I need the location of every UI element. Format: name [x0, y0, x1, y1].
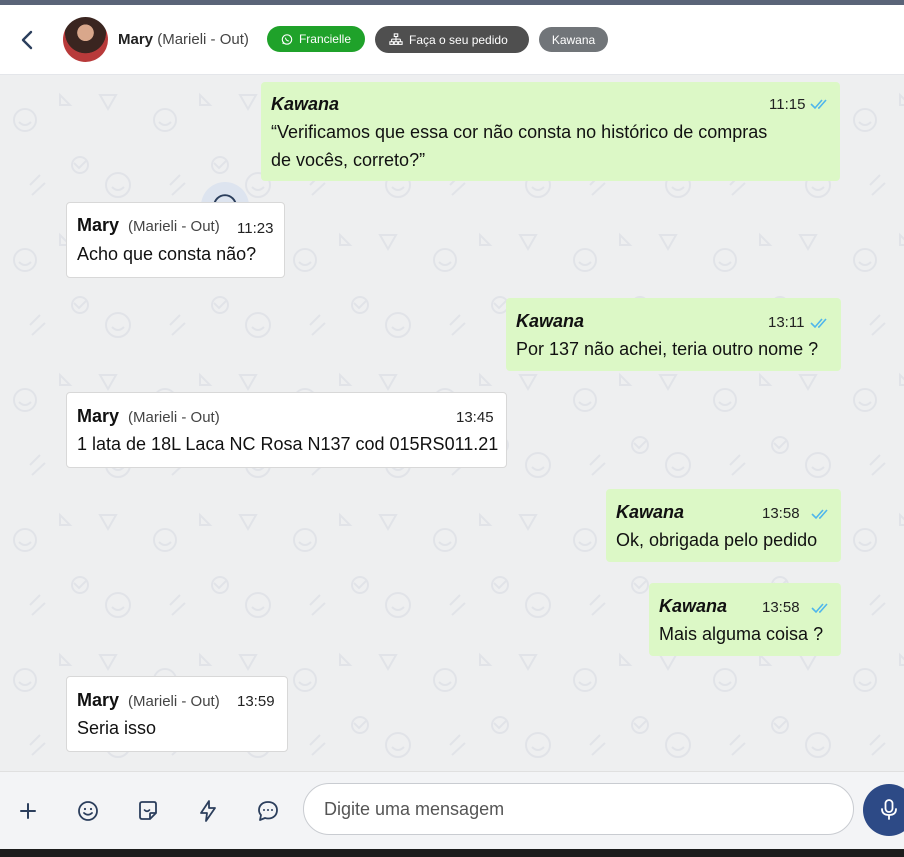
- message-time: 11:15: [769, 96, 806, 113]
- chat-bubble-icon[interactable]: [256, 799, 280, 823]
- message-sender: Kawana: [659, 596, 728, 616]
- plus-icon[interactable]: [16, 799, 40, 823]
- whatsapp-tag-label: Francielle: [298, 32, 351, 46]
- message-sender: Mary (Marieli - Out): [77, 215, 220, 236]
- microphone-icon: [881, 799, 897, 820]
- message-line: Seria isso: [77, 718, 157, 738]
- message-line: Mais alguma coisa ?: [659, 624, 824, 644]
- message-time: 13:11: [768, 314, 805, 331]
- message-incoming[interactable]: Mary (Marieli - Out) 13:59 Seria isso: [66, 676, 288, 752]
- message-time: 13:45: [456, 409, 494, 426]
- message-time: 13:58: [762, 599, 800, 616]
- message-line: Por 137 não achei, teria outro nome ?: [516, 339, 819, 359]
- message-line: Ok, obrigada pelo pedido: [616, 530, 818, 550]
- message-line: 1 lata de 18L Laca NC Rosa N137 cod 015R…: [77, 434, 499, 454]
- emoji-icon[interactable]: [76, 799, 100, 823]
- contact-name-secondary: (Marieli - Out): [157, 31, 249, 48]
- message-sender-sub: (Marieli - Out): [128, 693, 220, 710]
- sitemap-icon: [389, 32, 403, 45]
- message-sender-name: Mary: [77, 690, 120, 710]
- chat-header: Mary (Marieli - Out) Francielle Faça o s…: [0, 5, 904, 75]
- message-outgoing[interactable]: Kawana 13:58 Mais alguma coisa ?: [649, 583, 841, 656]
- contact-name: Mary (Marieli - Out): [118, 31, 249, 48]
- read-ticks-icon: [811, 509, 828, 520]
- message-line: Acho que consta não?: [77, 244, 257, 264]
- message-sender-name: Mary: [77, 215, 120, 235]
- order-tag[interactable]: Faça o seu pedido: [375, 26, 529, 53]
- message-line: de vocês, correto?”: [271, 150, 426, 170]
- message-sender-name: Mary: [77, 406, 120, 426]
- read-ticks-icon: [810, 318, 827, 329]
- lightning-icon[interactable]: [196, 799, 220, 823]
- message-outgoing[interactable]: Kawana 13:58 Ok, obrigada pelo pedido: [606, 489, 841, 562]
- message-incoming[interactable]: Mary (Marieli - Out) 13:45 1 lata de 18L…: [66, 392, 507, 468]
- message-time: 13:58: [762, 505, 800, 522]
- message-outgoing[interactable]: Kawana 13:11 Por 137 não achei, teria ou…: [506, 298, 841, 371]
- message-sender-sub: (Marieli - Out): [128, 409, 220, 426]
- message-sender: Kawana: [271, 94, 340, 114]
- avatar[interactable]: [63, 17, 108, 62]
- chat-area[interactable]: Kawana 11:15 “Verificamos que essa cor n…: [0, 75, 904, 771]
- message-sender: Mary (Marieli - Out): [77, 406, 220, 427]
- message-sender: Kawana: [516, 311, 585, 331]
- message-time: 11:23: [237, 220, 274, 237]
- whatsapp-icon: [281, 33, 293, 45]
- order-tag-label: Faça o seu pedido: [409, 32, 508, 47]
- microphone-button[interactable]: [863, 784, 904, 836]
- message-sender: Kawana: [616, 502, 685, 522]
- message-text: “Verificamos que essa cor não consta no …: [271, 118, 767, 174]
- window-bottom-edge: [0, 849, 904, 857]
- sticker-icon[interactable]: [136, 799, 160, 823]
- whatsapp-tag[interactable]: Francielle: [267, 26, 365, 52]
- back-arrow-icon[interactable]: [16, 28, 40, 52]
- read-ticks-icon: [811, 603, 828, 614]
- message-incoming[interactable]: Mary (Marieli - Out) 11:23 Acho que cons…: [66, 202, 285, 278]
- message-input[interactable]: [303, 783, 854, 835]
- agent-tag[interactable]: Kawana: [539, 27, 608, 52]
- message-sender-sub: (Marieli - Out): [128, 218, 220, 235]
- message-composer: [0, 771, 904, 849]
- message-sender: Mary (Marieli - Out): [77, 690, 220, 711]
- contact-name-primary: Mary: [118, 31, 154, 48]
- message-time: 13:59: [237, 693, 275, 710]
- message-outgoing[interactable]: Kawana 11:15 “Verificamos que essa cor n…: [261, 82, 840, 181]
- read-ticks-icon: [810, 99, 827, 110]
- message-line: “Verificamos que essa cor não consta no …: [271, 122, 768, 142]
- agent-tag-label: Kawana: [551, 32, 596, 47]
